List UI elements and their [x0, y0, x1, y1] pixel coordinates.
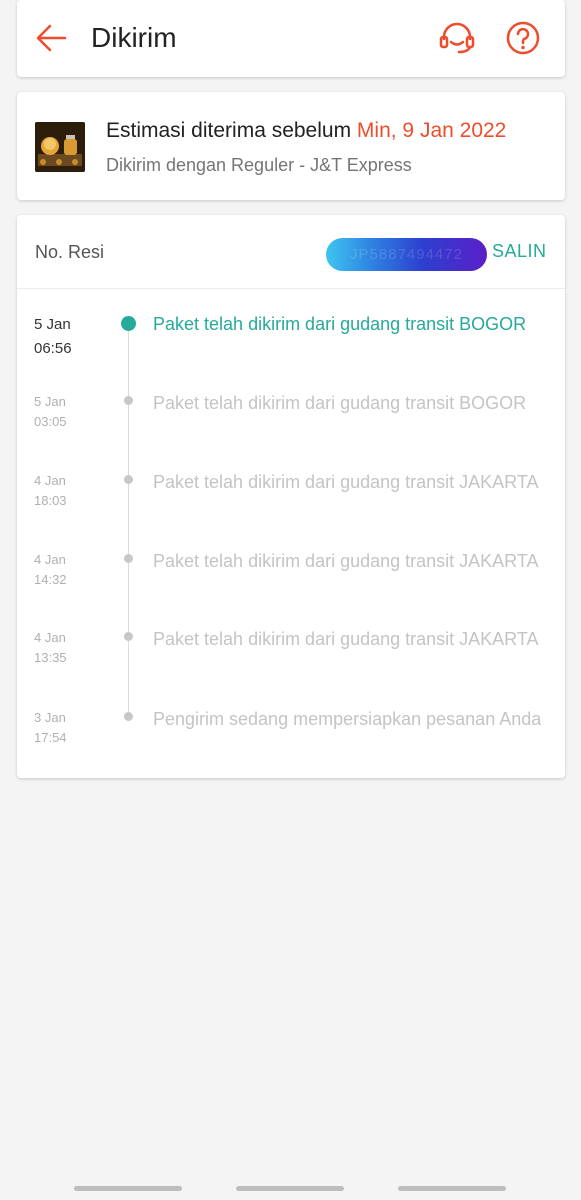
resi-row: No. Resi JP5887494472 SALIN	[17, 215, 565, 289]
back-button[interactable]	[33, 20, 69, 56]
event-datetime: 4 Jan 14:32	[34, 550, 94, 590]
event-date: 5 Jan	[34, 394, 66, 409]
timeline-dot	[124, 396, 133, 405]
event-description: Paket telah dikirim dari gudang transit …	[153, 629, 539, 649]
timeline-dot	[124, 712, 133, 721]
tracking-card: No. Resi JP5887494472 SALIN 5 Jan 06:56 …	[17, 215, 565, 778]
headset-icon	[439, 22, 475, 54]
nav-handle-right[interactable]	[398, 1186, 506, 1191]
arrow-left-icon	[36, 24, 67, 52]
event-time: 17:54	[34, 730, 67, 745]
event-time: 06:56	[34, 340, 72, 357]
timeline-dot	[124, 475, 133, 484]
event-date: 5 Jan	[34, 316, 71, 333]
event-description: Paket telah dikirim dari gudang transit …	[153, 393, 527, 413]
event-date: 3 Jan	[34, 710, 66, 725]
estimate-text: Estimasi diterima sebelum Min, 9 Jan 202…	[106, 119, 506, 143]
estimate-prefix: Estimasi diterima sebelum	[106, 119, 357, 142]
event-datetime: 4 Jan 18:03	[34, 471, 94, 511]
nav-handle-left[interactable]	[74, 1186, 182, 1191]
event-date: 4 Jan	[34, 552, 66, 567]
shipping-method: Dikirim dengan Reguler - J&T Express	[106, 155, 412, 175]
event-time: 13:35	[34, 650, 67, 665]
event-datetime: 5 Jan 06:56	[34, 313, 94, 361]
event-datetime: 5 Jan 03:05	[34, 392, 94, 432]
event-time: 03:05	[34, 414, 67, 429]
copy-button[interactable]: SALIN	[492, 241, 547, 262]
event-description: Paket telah dikirim dari gudang transit …	[153, 314, 527, 334]
help-button[interactable]	[503, 18, 543, 58]
delivery-estimate-card[interactable]: Estimasi diterima sebelum Min, 9 Jan 202…	[17, 92, 565, 200]
event-datetime: 3 Jan 17:54	[34, 708, 94, 748]
timeline-dot	[121, 316, 136, 331]
resi-label: No. Resi	[35, 242, 105, 262]
event-description: Paket telah dikirim dari gudang transit …	[153, 472, 539, 492]
question-circle-icon	[506, 21, 540, 55]
event-time: 14:32	[34, 572, 67, 587]
support-button[interactable]	[437, 18, 477, 58]
resi-number: JP5887494472	[326, 238, 487, 271]
event-date: 4 Jan	[34, 630, 66, 645]
header-bar: Dikirim	[17, 0, 565, 77]
event-description: Paket telah dikirim dari gudang transit …	[153, 551, 539, 571]
event-date: 4 Jan	[34, 473, 66, 488]
timeline-dot	[124, 554, 133, 563]
event-description: Pengirim sedang mempersiapkan pesanan An…	[153, 709, 542, 729]
product-thumbnail	[35, 122, 85, 172]
page-title: Dikirim	[91, 22, 177, 53]
timeline-dot	[124, 632, 133, 641]
nav-handle-center[interactable]	[236, 1186, 344, 1191]
resi-number-text: JP5887494472	[350, 246, 463, 263]
event-time: 18:03	[34, 493, 67, 508]
timeline-line	[128, 327, 129, 715]
event-datetime: 4 Jan 13:35	[34, 628, 94, 668]
estimate-date: Min, 9 Jan 2022	[356, 119, 507, 142]
